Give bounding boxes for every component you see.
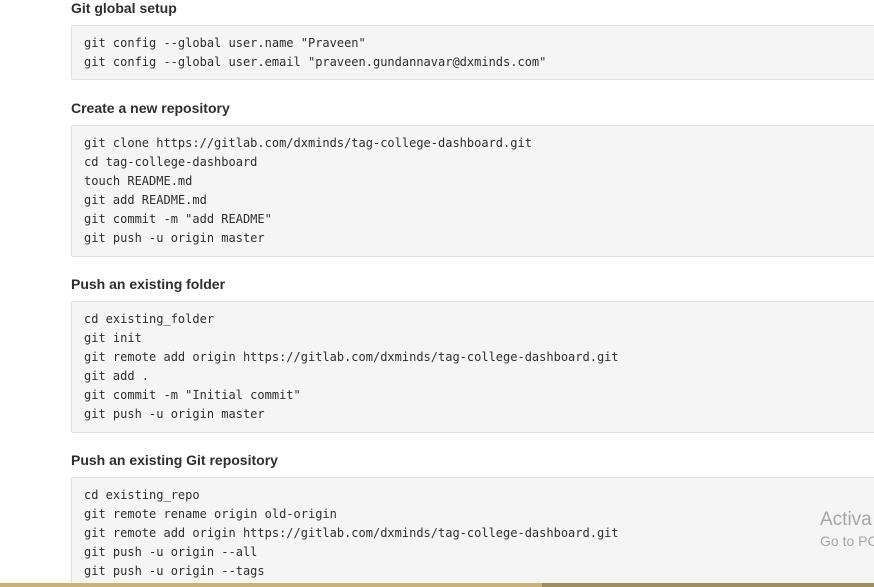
code-line: git remote add origin https://gitlab.com… [84,350,619,364]
code-line: git config --global user.name "Praveen" [84,36,366,50]
code-line: git push -u origin master [84,407,265,421]
taskbar-edge [0,583,874,587]
section-title-create-new-repository: Create a new repository [71,100,230,116]
code-line: git commit -m "Initial commit" [84,388,301,402]
code-line: git add . [84,369,150,383]
code-line: cd tag-college-dashboard [84,155,258,169]
code-line: touch README.md [84,174,193,188]
code-line: git add README.md [84,193,207,207]
windows-activation-watermark: Activa Go to PC [820,508,874,550]
code-line: git config --global user.email "praveen.… [84,55,547,69]
code-line: git push -u origin --tags [84,564,265,578]
code-block-push-existing-git-repository[interactable]: cd existing_repogit remote rename origin… [71,477,874,587]
code-block-push-existing-folder[interactable]: cd existing_foldergit init git remote add… [71,301,874,433]
code-line: git push -u origin master [84,231,265,245]
watermark-title: Activa [820,509,872,530]
code-block-git-global-setup[interactable]: git config --global user.name "Praveen" g… [71,25,874,80]
section-title-git-global-setup: Git global setup [71,0,177,16]
section-title-push-existing-folder: Push an existing folder [71,276,226,292]
code-line: git init [84,331,142,345]
code-block-create-new-repository[interactable]: git clone https://gitlab.com/dxminds/tag… [71,125,874,257]
code-line: git push -u origin --all [84,545,258,559]
code-line: git remote rename origin old-origin [84,507,337,521]
code-line: cd existing_folder [84,312,215,326]
code-line: cd existing_repo [84,488,200,502]
code-line: git clone https://gitlab.com/dxminds/tag… [84,136,532,150]
section-title-push-existing-git-repository: Push an existing Git repository [71,452,278,468]
code-line: git commit -m "add README" [84,212,272,226]
watermark-subtitle: Go to PC [820,533,874,549]
gitlab-empty-project-instructions: Git global setup git config --global use… [0,0,874,587]
code-line: git remote add origin https://gitlab.com… [84,526,619,540]
